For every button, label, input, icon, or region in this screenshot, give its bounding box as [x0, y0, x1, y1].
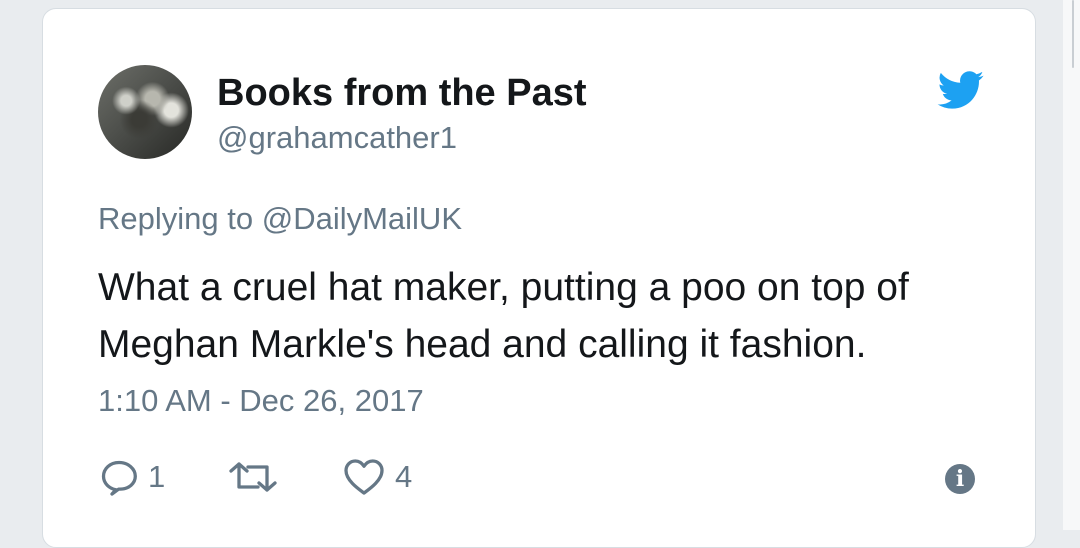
- avatar[interactable]: [98, 65, 192, 159]
- info-icon[interactable]: i: [945, 464, 975, 494]
- author-name[interactable]: Books from the Past: [217, 71, 587, 115]
- scrollbar-thumb[interactable]: [1072, 0, 1074, 68]
- speech-bubble-icon: [101, 460, 137, 496]
- like-button[interactable]: 4: [342, 455, 412, 499]
- reply-button[interactable]: 1: [99, 455, 165, 499]
- reply-count: 1: [148, 459, 166, 494]
- heart-icon: [344, 459, 384, 495]
- replying-to-line: Replying to @DailyMailUK: [98, 200, 462, 238]
- tweet-text-line-1: What a cruel hat maker, putting a poo on…: [98, 266, 909, 309]
- retweet-arrows-icon: [229, 462, 277, 492]
- tweet-text: What a cruel hat maker, putting a poo on…: [98, 259, 988, 373]
- twitter-bird-icon: [937, 71, 984, 109]
- author-handle[interactable]: @grahamcather1: [217, 120, 457, 156]
- like-count: 4: [395, 459, 413, 494]
- right-edge-area: [1063, 0, 1080, 530]
- tweet-text-line-2: Meghan Markle's head and calling it fash…: [98, 323, 867, 366]
- timestamp[interactable]: 1:10 AM - Dec 26, 2017: [98, 382, 424, 420]
- tweet-card: Books from the Past @grahamcather1 Reply…: [42, 8, 1036, 548]
- retweet-button[interactable]: [225, 455, 290, 499]
- replying-to-link[interactable]: @DailyMailUK: [262, 201, 462, 236]
- replying-prefix: Replying to: [98, 201, 254, 236]
